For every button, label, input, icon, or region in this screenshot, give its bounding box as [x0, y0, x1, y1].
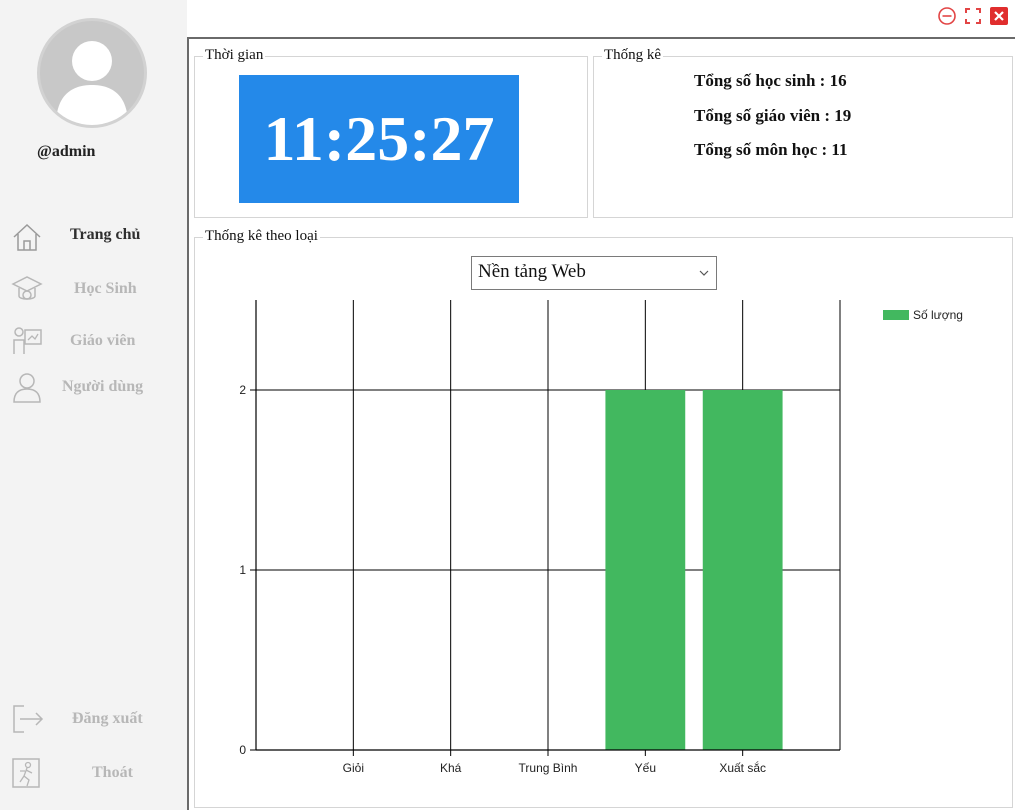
legend-swatch	[883, 310, 909, 320]
sidebar-item-logout[interactable]: Đăng xuất	[8, 700, 180, 740]
x-tick-label: Yếu	[635, 761, 656, 775]
sidebar-item-label: Trang chủ	[70, 226, 141, 243]
x-tick-label: Xuất sắc	[719, 760, 766, 775]
close-icon	[990, 7, 1008, 25]
bar	[605, 390, 686, 750]
stats-group-title: Thống kê	[602, 47, 664, 64]
time-group: Thời gian 11:25:27	[194, 47, 588, 218]
user-icon	[13, 373, 41, 403]
time-group-title: Thời gian	[203, 47, 266, 64]
x-tick-label: Khá	[440, 761, 462, 775]
x-tick-label: Giỏi	[343, 761, 364, 775]
exit-icon	[12, 758, 40, 788]
window-controls	[937, 6, 1009, 26]
stat-students: Tổng số học sinh : 16	[694, 71, 847, 90]
maximize-icon	[965, 8, 981, 24]
y-tick-label: 0	[239, 743, 246, 757]
minimize-icon	[938, 7, 956, 25]
sidebar-item-label: Giáo viên	[70, 332, 136, 349]
sidebar-item-exit[interactable]: Thoát	[8, 754, 180, 794]
sidebar-item-home[interactable]: Trang chủ	[8, 218, 180, 258]
chart-legend: Số lượng	[883, 308, 963, 322]
bar-chart: 0 1 2 Giỏi Khá Trung Bình Yếu Xuất sắc	[239, 300, 841, 775]
sidebar: @admin Trang chủ Học Sinh Giáo viên Ngườ…	[0, 0, 187, 810]
logout-icon	[13, 705, 44, 733]
sidebar-item-label: Người dùng	[62, 378, 144, 395]
bar	[702, 390, 783, 750]
sidebar-item-label: Học Sinh	[74, 280, 137, 297]
sidebar-item-students[interactable]: Học Sinh	[8, 270, 180, 310]
main-panel: Thời gian 11:25:27 Thống kê Tổng số học …	[187, 37, 1015, 810]
clock-display: 11:25:27	[239, 75, 519, 203]
y-tick-label: 1	[239, 563, 246, 577]
legend-label: Số lượng	[913, 308, 963, 322]
teacher-icon	[13, 327, 42, 354]
username: @admin	[37, 143, 96, 160]
minimize-button[interactable]	[937, 6, 957, 26]
home-icon	[13, 223, 41, 251]
student-icon	[11, 276, 43, 300]
sidebar-item-label: Đăng xuất	[72, 710, 143, 727]
stats-group: Thống kê Tổng số học sinh : 16 Tổng số g…	[593, 47, 1013, 218]
sidebar-item-teachers[interactable]: Giáo viên	[8, 322, 180, 362]
stat-teachers: Tổng số giáo viên : 19	[694, 106, 852, 125]
close-button[interactable]	[989, 6, 1009, 26]
category-group: Thống kê theo loại Nền tảng Web 0 1 2 Giỏi K…	[194, 228, 1013, 808]
y-tick-label: 2	[239, 383, 246, 397]
user-avatar-icon	[37, 18, 147, 128]
sidebar-item-label: Thoát	[92, 764, 133, 781]
maximize-button[interactable]	[963, 6, 983, 26]
stat-subjects: Tổng số môn học : 11	[694, 140, 848, 159]
sidebar-item-users[interactable]: Người dùng	[8, 368, 180, 408]
x-tick-label: Trung Bình	[519, 761, 578, 775]
